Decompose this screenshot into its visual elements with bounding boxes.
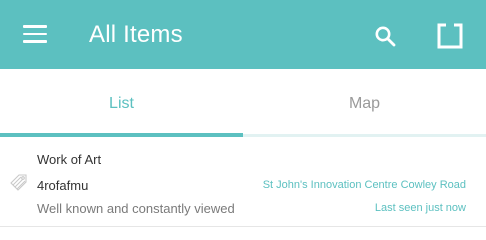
tag-icon — [10, 174, 27, 191]
tab-list[interactable]: List — [0, 69, 243, 138]
item-last-seen: Last seen just now — [374, 202, 466, 214]
tab-bar: List Map — [0, 69, 486, 138]
tab-rail — [243, 134, 486, 137]
item-description: Well known and constantly viewed — [37, 201, 235, 216]
hamburger-menu-icon[interactable] — [23, 25, 47, 43]
scan-frame-icon[interactable] — [437, 23, 463, 49]
page-title: All Items — [89, 21, 183, 48]
app-bar: All Items — [0, 0, 486, 69]
item-name: Work of Art — [37, 152, 102, 167]
search-icon[interactable] — [373, 24, 397, 48]
item-location: St John's Innovation Centre Cowley Road — [262, 179, 466, 191]
tab-map[interactable]: Map — [243, 69, 486, 138]
item-code: 4rofafmu — [37, 178, 89, 193]
selected-tab-indicator — [0, 133, 243, 137]
list-item[interactable]: Work of Art 4rofafmu Well known and cons… — [0, 141, 486, 227]
